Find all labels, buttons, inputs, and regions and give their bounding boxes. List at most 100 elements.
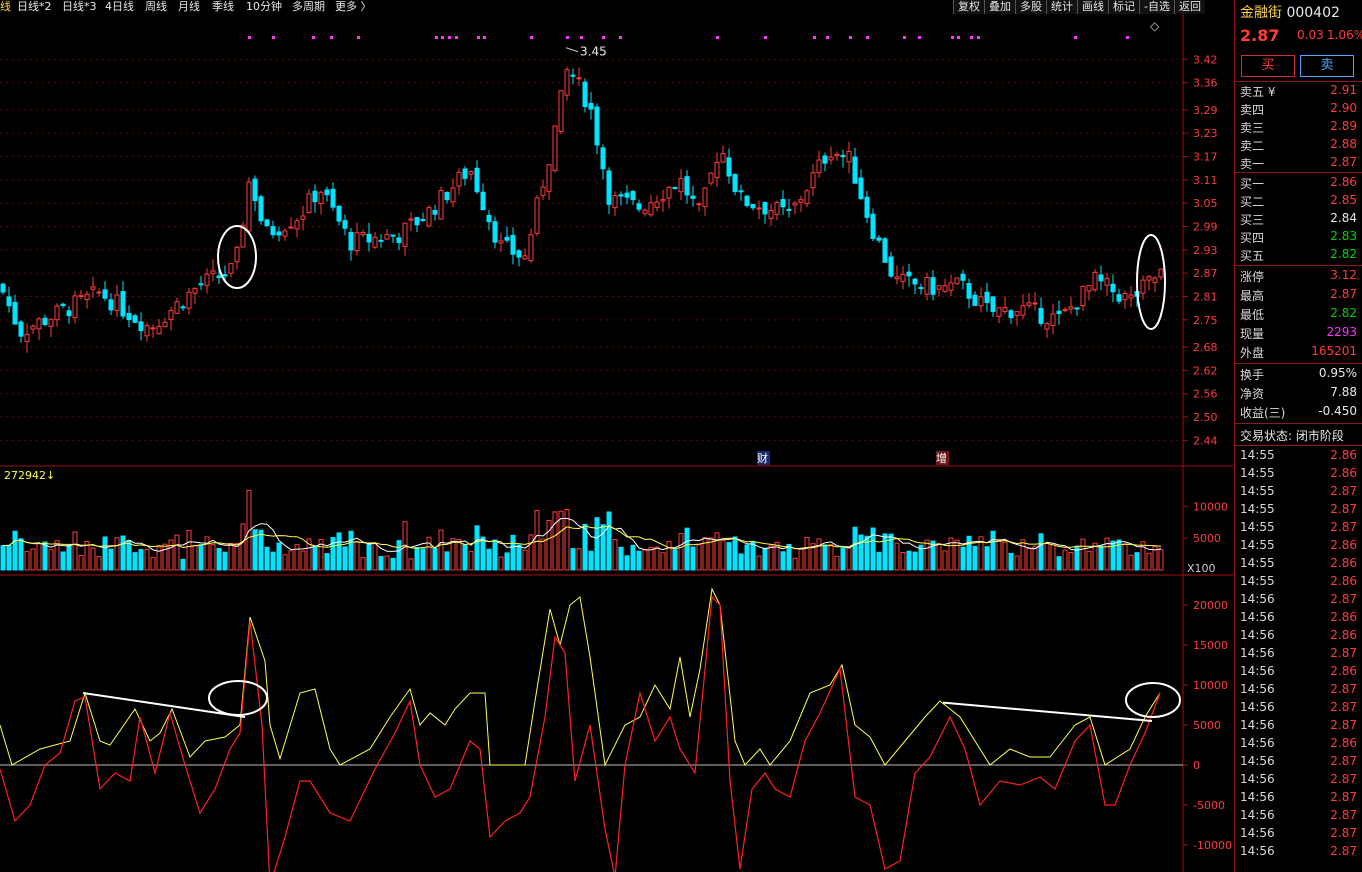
candle-body [726,157,732,177]
candle-body [1032,302,1038,305]
candle-body [786,208,792,211]
candle-body [1002,306,1008,312]
candle-body [702,187,708,208]
candle-body [888,256,894,277]
candle-body [1116,294,1122,302]
candle-body [942,285,948,292]
candle-body [684,176,690,196]
sell-button[interactable]: 卖 [1300,55,1354,77]
ask-4-value: 2.90 [1330,101,1357,115]
volume-bar [1086,550,1092,571]
tool-1[interactable]: 叠加 [984,0,1015,14]
tick-row-label: 14:56 [1240,844,1275,858]
volume-bar [102,536,108,571]
candle-body [660,199,666,202]
candle-body [336,205,342,222]
volume-bar [846,546,852,571]
candle-body [432,210,438,215]
volume-bar [684,527,690,571]
volume-bar [426,536,432,571]
stat-2-value: 2.82 [1330,306,1357,320]
candle-body [150,327,156,330]
volume-bar [966,535,972,571]
price-axis-label: 2.50 [1193,411,1218,424]
candle-body [84,293,90,301]
volume-bar [384,555,390,571]
candle-body [750,203,756,209]
signal-dot [330,36,333,39]
tool-7[interactable]: 返回 [1173,0,1205,14]
tool-3[interactable]: 统计 [1046,0,1077,14]
kline-chart[interactable]: 3.42 3.36 3.29 3.23 3.17 3.11 3.05 2.99 2.93 2.87… [0,14,1233,872]
period-7[interactable]: 10分钟 [246,0,282,13]
period-0[interactable]: 线 [0,0,11,13]
volume-bar [420,548,426,571]
volume-bar [792,557,798,571]
signal-dot [602,36,605,39]
period-2[interactable]: 日线*3 [62,0,97,13]
price-axis-label: 2.44 [1193,434,1218,447]
volume-bar [72,531,78,571]
volume-label: 272942↓ [4,469,55,482]
candle-body [216,275,222,279]
volume-bar [570,548,576,571]
signal-dot [619,36,622,39]
candle-body [0,283,6,293]
period-3[interactable]: 4日线 [105,0,134,13]
period-4[interactable]: 周线 [145,0,167,13]
signal-dot [448,36,451,39]
volume-bar [486,548,492,571]
volume-bar [852,526,858,571]
tool-0[interactable]: 复权 [953,0,984,14]
volume-bar [348,530,354,571]
candle-body [300,215,306,220]
bid-4-label: 买四 [1240,231,1265,245]
candle-body [444,192,450,201]
period-8[interactable]: 多周期 [292,0,325,13]
tool-4[interactable]: 画线 [1077,0,1108,14]
candle-body [852,156,858,184]
candle-body [642,209,648,214]
tick-row-value: 2.86 [1330,574,1357,588]
signal-dot [970,36,973,39]
price-axis-label: 3.05 [1193,197,1218,210]
tool-6[interactable]: -自选 [1139,0,1174,14]
volume-bar [876,551,882,571]
price-axis-label: 2.93 [1193,244,1218,257]
volume-bar [480,536,486,571]
period-1[interactable]: 日线*2 [17,0,52,13]
volume-bar [906,550,912,571]
volume-bar [360,557,366,571]
tick-row-value: 2.87 [1330,520,1357,534]
volume-bar [192,544,198,571]
stat-3-label: 现量 [1240,327,1265,341]
tool-2[interactable]: 多股 [1015,0,1046,14]
candle-body [1098,274,1104,282]
volume-bar [816,538,822,571]
tick-row-value: 2.86 [1330,628,1357,642]
candle-body [348,231,354,251]
volume-bar [738,553,744,571]
signal-dot [455,36,458,39]
candle-body [162,321,168,328]
period-9[interactable]: 更多 〉 [335,0,372,13]
period-6[interactable]: 季线 [212,0,234,13]
price-axis-label: 2.62 [1193,364,1218,377]
tool-5[interactable]: 标记 [1108,0,1139,14]
volume-bar [1110,540,1116,571]
price-axis-label: 2.75 [1193,314,1218,327]
volume-bar [1068,552,1074,571]
tick-row-value: 2.87 [1330,502,1357,516]
tick-row-value: 2.86 [1330,466,1357,480]
tick-row-label: 14:56 [1240,772,1275,786]
candle-body [276,231,282,236]
candle-body [36,318,42,330]
volume-bar [618,546,624,571]
period-5[interactable]: 月线 [178,0,200,13]
price-axis-label: 2.56 [1193,388,1218,401]
candle-body [666,186,672,199]
buy-button[interactable]: 买 [1241,55,1295,77]
candle-body [96,291,102,294]
candle-body [864,196,870,218]
candle-body [534,197,540,234]
